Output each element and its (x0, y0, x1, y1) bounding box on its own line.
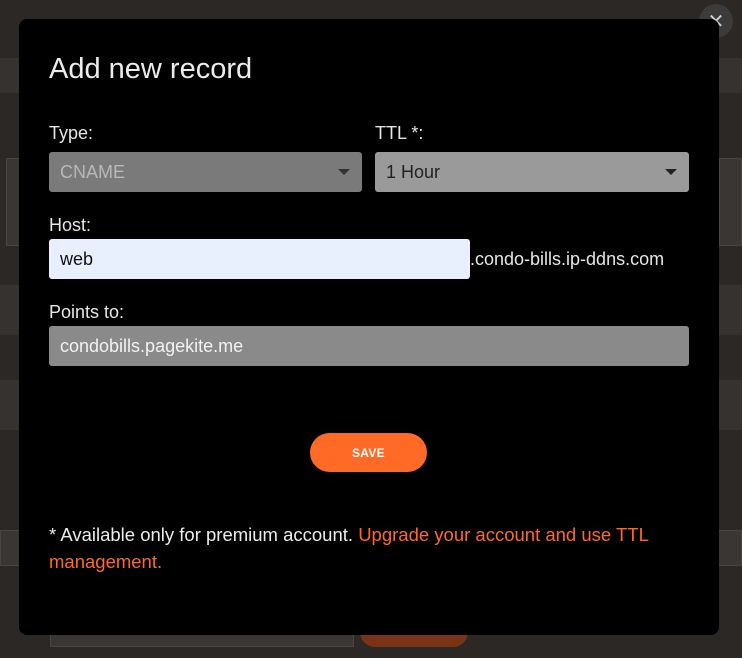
type-label: Type: (49, 123, 94, 143)
premium-note-text: * Available only for premium account. (49, 524, 359, 545)
points-to-value: condobills.pagekite.me (60, 335, 244, 356)
add-record-modal: Add new record Type: TTL *: CNAME 1 Hour… (19, 19, 719, 635)
ttl-select-value: 1 Hour (386, 161, 441, 182)
background-panel (6, 158, 20, 246)
points-to-label: Points to: (49, 302, 125, 322)
type-select[interactable]: CNAME (49, 152, 362, 192)
modal-title: Add new record (49, 53, 253, 85)
host-input[interactable]: web (49, 239, 470, 279)
chevron-down-icon (338, 169, 350, 175)
host-label: Host: (49, 215, 92, 235)
host-input-value: web (60, 248, 94, 269)
type-select-value: CNAME (60, 161, 126, 182)
points-to-input[interactable]: condobills.pagekite.me (49, 326, 689, 366)
premium-note: * Available only for premium account. Up… (49, 521, 689, 575)
background-panel (719, 158, 742, 246)
chevron-down-icon (665, 169, 677, 175)
ttl-select[interactable]: 1 Hour (375, 152, 689, 192)
save-button-label: SAVE (352, 445, 385, 460)
ttl-label: TTL *: (375, 123, 424, 143)
save-button[interactable]: SAVE (310, 433, 427, 472)
host-domain-suffix: .condo-bills.ip-ddns.com (470, 249, 665, 269)
